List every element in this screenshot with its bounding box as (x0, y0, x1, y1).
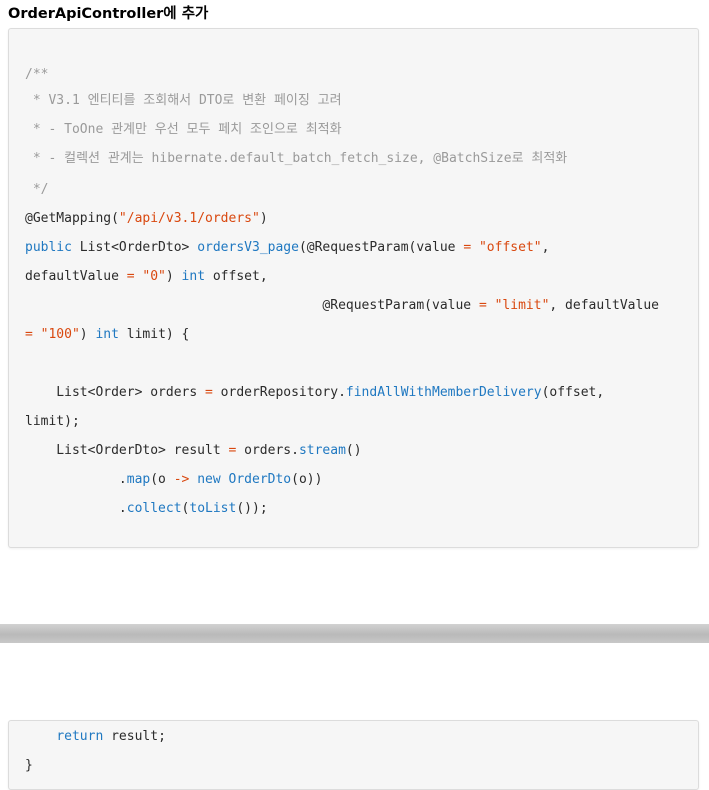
code-token: * V3.1 엔티티를 조회해서 DTO로 변환 페이징 고려 (25, 93, 342, 108)
code-token: return (56, 729, 104, 744)
code-token: toList (189, 501, 237, 516)
code-token: "limit" (494, 298, 550, 313)
code-token: "/api/v3.1/orders" (118, 211, 260, 226)
code-line: */ (25, 181, 49, 199)
code-block-2: return result;} (8, 720, 699, 790)
code-token: (@RequestParam(value (298, 240, 464, 255)
code-token: "0" (142, 269, 166, 284)
code-token: findAllWithMemberDelivery (345, 385, 542, 400)
code-token: * - ToOne 관계만 우선 모두 페치 조인으로 최적화 (25, 122, 342, 137)
code-line: = "100") int limit) { (25, 326, 189, 344)
code-token: List<OrderDto> result (25, 443, 229, 458)
code-line: .collect(toList()); (25, 500, 268, 518)
code-token: List<Order> orders (25, 385, 206, 400)
code-token: (offset, (541, 385, 605, 400)
code-token: limit); (25, 414, 80, 429)
code-line: @RequestParam(value = "limit", defaultVa… (25, 297, 659, 315)
code-line: List<Order> orders = orderRepository.fin… (25, 384, 604, 402)
code-token: int (95, 327, 119, 342)
code-token: = (126, 269, 135, 284)
code-line: * - ToOne 관계만 우선 모두 페치 조인으로 최적화 (25, 121, 342, 139)
code-token: result; (103, 729, 166, 744)
code-token: = (205, 385, 213, 400)
code-token: "offset" (478, 240, 542, 255)
code-line: List<OrderDto> result = orders.stream() (25, 442, 362, 460)
code-token: new (197, 472, 221, 487)
code-line: * V3.1 엔티티를 조회해서 DTO로 변환 페이징 고려 (25, 92, 342, 110)
code-token: ordersV3_page (197, 240, 299, 255)
code-token: = (463, 240, 472, 255)
code-token: */ (25, 182, 49, 197)
code-token: offset, (205, 269, 268, 284)
section-heading: OrderApiController에 추가 (8, 6, 209, 22)
code-block-1: /** * V3.1 엔티티를 조회해서 DTO로 변환 페이징 고려 * - … (8, 28, 699, 548)
code-token: ) (79, 327, 96, 342)
code-token: orders. (236, 443, 299, 458)
code-token: @RequestParam(value (25, 298, 479, 313)
code-line: @GetMapping("/api/v3.1/orders") (25, 210, 268, 228)
code-token: } (25, 758, 33, 773)
code-token: ()); (236, 501, 268, 516)
code-token: map (126, 472, 151, 487)
code-token: stream (298, 443, 346, 458)
code-token: = (478, 298, 487, 313)
code-token: int (181, 269, 206, 284)
code-token: List<OrderDto> (71, 240, 198, 255)
code-token: /** (25, 67, 49, 82)
code-token: @GetMapping( (25, 211, 119, 226)
code-token: collect (126, 501, 182, 516)
code-token: = (25, 327, 33, 342)
code-token: , (541, 240, 550, 255)
code-token: ) (165, 269, 182, 284)
code-line: public List<OrderDto> ordersV3_page(@Req… (25, 239, 549, 257)
code-token: orderRepository. (212, 385, 346, 400)
code-token: OrderDto (228, 472, 292, 487)
code-line: /** (25, 66, 48, 84)
code-token: limit) { (118, 327, 190, 342)
code-line: defaultValue = "0") int offset, (25, 268, 268, 286)
code-token: ) (259, 211, 268, 226)
code-token: (o (150, 472, 174, 487)
code-token: "100" (40, 327, 80, 342)
code-token: () (345, 443, 362, 458)
code-token: -> (173, 472, 190, 487)
code-token: . (25, 472, 127, 487)
code-token: * - 컬렉션 관계는 hibernate.default_batch_fetc… (25, 151, 568, 166)
code-line: return result; (25, 728, 166, 746)
code-line: limit); (25, 413, 80, 431)
code-line: * - 컬렉션 관계는 hibernate.default_batch_fetc… (25, 150, 567, 168)
code-token: defaultValue (25, 269, 127, 284)
code-token: , defaultValue (549, 298, 659, 313)
code-token: (o)) (291, 472, 323, 487)
page-break-divider (0, 624, 709, 643)
code-line: .map(o -> new OrderDto(o)) (25, 471, 323, 489)
code-line: } (25, 757, 33, 775)
code-token: public (25, 240, 72, 255)
code-token: . (25, 501, 127, 516)
